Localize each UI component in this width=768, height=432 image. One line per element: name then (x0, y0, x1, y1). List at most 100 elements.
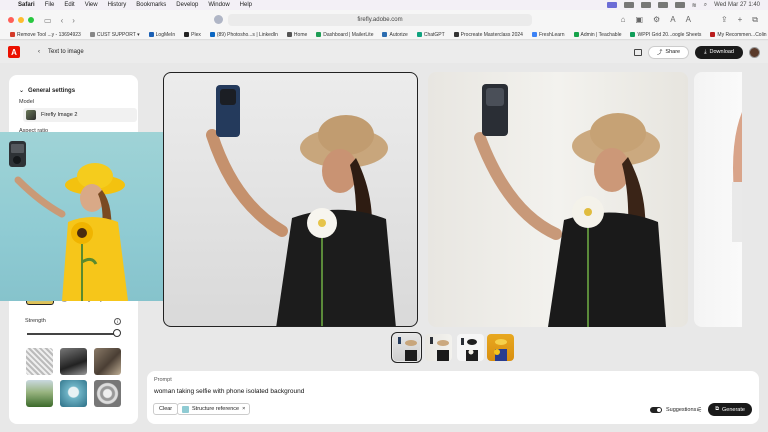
download-label: Download (709, 49, 734, 55)
share-page-icon[interactable]: ⇪ (721, 15, 728, 25)
menu-history[interactable]: History (108, 2, 127, 8)
favorite-link[interactable]: Autorize (382, 32, 408, 38)
app-header: A ‹ Text to image ⤴ Share ⤓ Download (0, 41, 768, 63)
favorite-link[interactable]: Remove Tool ...y - 13694923 (10, 32, 81, 38)
favorite-link[interactable]: Procreate Masterclass 2024 (453, 32, 523, 38)
favorite-favicon-icon (148, 32, 154, 37)
battery-icon[interactable] (674, 2, 685, 8)
favorite-favicon-icon (382, 32, 388, 37)
strength-slider-handle[interactable] (113, 329, 121, 337)
style-thumb-landscape[interactable] (26, 380, 53, 407)
new-tab-icon[interactable]: + (738, 15, 743, 25)
thumbnail-1[interactable] (391, 332, 422, 363)
thumbnail-3[interactable] (457, 334, 484, 361)
favorite-label: CUST SUPPORT ▾ (96, 31, 140, 38)
strength-slider-track[interactable] (27, 333, 117, 335)
generate-icon: ⧉ (715, 406, 719, 412)
tab-overview-icon[interactable]: ⧉ (752, 15, 758, 25)
remove-chip-icon[interactable]: × (242, 406, 245, 412)
generated-image-1[interactable] (163, 72, 418, 327)
favorite-label: WPPI Grid 20...oogle Sheets (637, 31, 702, 38)
font-decrease-icon[interactable]: A (686, 15, 691, 25)
strength-label: Strength (25, 318, 46, 324)
share-button[interactable]: ⤴ Share (647, 45, 690, 59)
search-icon[interactable]: ⌕ (704, 2, 707, 9)
favorite-link[interactable]: Dashboard | MailerLite (316, 32, 373, 38)
back-arrow-icon[interactable]: ‹ (61, 16, 64, 25)
favorite-link[interactable]: (89) Photosho...s | LinkedIn (209, 31, 278, 38)
favorite-label: Home (293, 31, 308, 38)
camera-icon[interactable] (623, 2, 634, 8)
style-thumb-sketch[interactable] (26, 348, 53, 375)
favorite-label: FreshLearn (538, 31, 565, 38)
menu-bookmarks[interactable]: Bookmarks (136, 2, 166, 8)
font-increase-icon[interactable]: A (670, 15, 675, 25)
menu-develop[interactable]: Develop (176, 2, 198, 8)
chat-icon[interactable] (633, 48, 642, 56)
menu-window[interactable]: Window (208, 2, 229, 8)
address-text: firefly.adobe.com (357, 17, 403, 23)
favorite-link[interactable]: My Recommen...Colin Smith (710, 32, 768, 38)
sidebar-toggle-icon[interactable]: ▭ (44, 16, 52, 25)
thumbnail-4[interactable] (487, 334, 514, 361)
favorite-label: Plex (191, 31, 201, 38)
menu-bar: Safari File Edit View History Bookmarks … (0, 0, 768, 10)
screen-record-icon[interactable] (606, 2, 617, 8)
favorite-link[interactable]: LogMeIn (148, 32, 175, 38)
menu-clock[interactable]: Wed Mar 27 1:40 (714, 2, 760, 8)
info-icon[interactable]: i (114, 318, 121, 325)
back-link[interactable]: ‹ Text to image (38, 49, 84, 55)
home-icon[interactable]: ⌂ (621, 15, 626, 25)
menu-help[interactable]: Help (240, 2, 252, 8)
reference-image-overlay (0, 132, 190, 301)
generated-image-3[interactable] (694, 72, 742, 327)
favorite-label: Remove Tool ...y - 13694923 (17, 31, 81, 38)
favorite-label: ChatGPT (423, 31, 445, 38)
prompt-input[interactable]: woman taking selfie with phone isolated … (154, 388, 304, 395)
video-icon[interactable] (640, 2, 651, 8)
generate-button[interactable]: ⧉ Generate (708, 403, 752, 416)
suggestions-settings-icon[interactable]: ⚟ (696, 406, 702, 414)
wifi-icon[interactable]: ≋ (692, 2, 697, 9)
model-selector[interactable]: Firefly Image 2 (23, 108, 137, 122)
favorite-label: My Recommen...Colin Smith (717, 31, 768, 38)
favorite-link[interactable]: CUST SUPPORT ▾ (89, 31, 140, 38)
address-bar[interactable]: firefly.adobe.com (228, 14, 532, 26)
cloud-icon[interactable] (657, 2, 668, 8)
close-window-icon[interactable] (8, 17, 14, 23)
generated-image-2[interactable] (428, 72, 688, 327)
style-thumb-texture[interactable] (94, 348, 121, 375)
menu-edit[interactable]: Edit (64, 2, 74, 8)
favorite-link[interactable]: Home (286, 31, 308, 38)
minimize-window-icon[interactable] (18, 17, 24, 23)
favorite-label: Dashboard | MailerLite (323, 31, 374, 38)
avatar[interactable] (749, 46, 760, 58)
style-thumb-mono[interactable] (60, 348, 87, 375)
favorite-link[interactable]: FreshLearn (531, 31, 565, 38)
favorite-favicon-icon (710, 32, 716, 37)
forward-arrow-icon[interactable]: › (72, 16, 75, 25)
style-thumb-pattern[interactable] (94, 380, 121, 407)
menu-file[interactable]: File (45, 2, 55, 8)
menu-view[interactable]: View (85, 2, 98, 8)
favorite-link[interactable]: ChatGPT (416, 31, 445, 38)
style-thumb-glass[interactable] (60, 380, 87, 407)
favorite-link[interactable]: WPPI Grid 20...oogle Sheets (630, 32, 701, 38)
adobe-logo[interactable]: A (8, 46, 20, 58)
header-actions: ⤴ Share ⤓ Download (633, 45, 760, 59)
structure-reference-chip[interactable]: Structure reference × (177, 403, 251, 415)
download-button[interactable]: ⤓ Download (695, 45, 743, 59)
general-settings-header[interactable]: ⌄ General settings (19, 87, 75, 95)
favorite-link[interactable]: Admin | Teachable (573, 32, 621, 38)
extension-icon[interactable]: ▣ (635, 15, 643, 25)
clear-button[interactable]: Clear (153, 403, 179, 415)
favorite-favicon-icon (453, 32, 459, 37)
favorite-link[interactable]: Plex (184, 32, 201, 38)
generated-image-3-illustration (732, 112, 742, 242)
settings-icon[interactable]: ⚙ (653, 15, 660, 25)
suggestions-toggle[interactable] (650, 407, 662, 413)
favorite-label: (89) Photosho...s | LinkedIn (216, 31, 278, 38)
zoom-window-icon[interactable] (28, 17, 34, 23)
menu-app-name[interactable]: Safari (18, 2, 35, 8)
thumbnail-2[interactable] (425, 334, 452, 361)
